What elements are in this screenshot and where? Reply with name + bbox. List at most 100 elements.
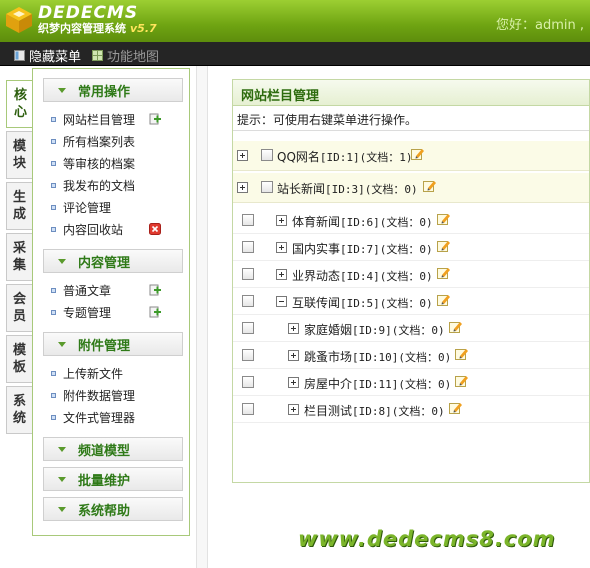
category-row[interactable]: QQ网名[ID:1](文档：1) <box>233 141 589 171</box>
add-icon[interactable] <box>149 113 161 125</box>
site-map-button[interactable]: 功能地图 <box>92 46 159 65</box>
menu-item-attachment-data[interactable]: 附件数据管理 <box>51 385 181 405</box>
edit-icon[interactable] <box>455 348 468 360</box>
category-row[interactable]: 家庭婚姻[ID:9](文档：0) <box>233 315 589 342</box>
expand-icon[interactable] <box>288 377 299 388</box>
row-checkbox[interactable] <box>242 322 254 334</box>
add-icon[interactable] <box>149 306 161 318</box>
row-checkbox[interactable] <box>261 149 273 161</box>
category-id: [ID:1] <box>319 151 360 164</box>
expand-icon[interactable] <box>288 404 299 415</box>
group-channel-model[interactable]: 频道模型 <box>43 437 183 461</box>
edit-icon[interactable] <box>449 321 462 333</box>
splitter-bar[interactable] <box>196 66 208 568</box>
category-name[interactable]: 业界动态 <box>292 269 340 283</box>
add-icon[interactable] <box>149 284 161 296</box>
group-attachments[interactable]: 附件管理 <box>43 332 183 356</box>
expand-icon[interactable] <box>237 182 248 193</box>
expand-icon[interactable] <box>237 150 248 161</box>
category-row[interactable]: 国内实事[ID:7](文档：0) <box>233 234 589 261</box>
row-checkbox[interactable] <box>261 181 273 193</box>
category-row[interactable]: 业界动态[ID:4](文档：0) <box>233 261 589 288</box>
delete-icon[interactable] <box>149 223 161 235</box>
row-checkbox[interactable] <box>242 376 254 388</box>
collapse-icon[interactable] <box>276 296 287 307</box>
bullet-icon <box>51 182 56 188</box>
row-checkbox[interactable] <box>242 214 254 226</box>
category-id: [ID:6] <box>340 216 380 229</box>
menu-item-recycle-bin[interactable]: 内容回收站 <box>51 219 181 239</box>
expand-icon[interactable] <box>276 242 287 253</box>
dedecms-logo: DEDECMS 织梦内容管理系统 v5.7 <box>4 4 157 36</box>
expand-icon[interactable] <box>276 215 287 226</box>
menu-item-pending-archives[interactable]: 等审核的档案 <box>51 153 181 173</box>
tab-generate[interactable]: 生成 <box>6 182 32 230</box>
edit-icon[interactable] <box>437 294 450 306</box>
tab-system[interactable]: 系统 <box>6 386 32 434</box>
category-name[interactable]: 站长新闻 <box>277 182 325 196</box>
category-id: [ID:3] <box>325 183 365 196</box>
edit-icon[interactable] <box>437 267 450 279</box>
category-row[interactable]: 栏目测试[ID:8](文档：0) <box>233 396 589 423</box>
tab-core[interactable]: 核心 <box>6 80 34 128</box>
tab-collect[interactable]: 采集 <box>6 233 32 281</box>
chevron-down-icon <box>58 258 66 264</box>
edit-icon[interactable] <box>411 148 424 160</box>
menu-item-articles[interactable]: 普通文章 <box>51 280 181 300</box>
doc-count: (文档：1) <box>359 151 413 164</box>
category-name[interactable]: 国内实事 <box>292 242 340 256</box>
menu-item-file-manager[interactable]: 文件式管理器 <box>51 407 181 427</box>
menu-item-category-manage[interactable]: 网站栏目管理 <box>51 109 181 129</box>
menu-item-my-documents[interactable]: 我发布的文档 <box>51 175 181 195</box>
row-checkbox[interactable] <box>242 403 254 415</box>
hide-menu-button[interactable]: 隐藏菜单 <box>14 46 81 65</box>
group-batch-maintenance[interactable]: 批量维护 <box>43 467 183 491</box>
category-id: [ID:7] <box>340 243 380 256</box>
tab-templates[interactable]: 模板 <box>6 335 32 383</box>
category-name[interactable]: 家庭婚姻 <box>304 323 352 337</box>
tab-members[interactable]: 会员 <box>6 284 32 332</box>
menu-item-topics[interactable]: 专题管理 <box>51 302 181 322</box>
group-system-help[interactable]: 系统帮助 <box>43 497 183 521</box>
edit-icon[interactable] <box>455 375 468 387</box>
category-row[interactable]: 跳蚤市场[ID:10](文档：0) <box>233 342 589 369</box>
category-row[interactable]: 体育新闻[ID:6](文档：0) <box>233 207 589 234</box>
category-row[interactable]: 互联传闻[ID:5](文档：0) <box>233 288 589 315</box>
category-id: [ID:9] <box>352 324 392 337</box>
category-name[interactable]: 跳蚤市场 <box>304 350 352 364</box>
category-id: [ID:10] <box>352 351 399 364</box>
grid-icon <box>92 50 103 61</box>
bullet-icon <box>51 138 56 144</box>
category-row[interactable]: 房屋中介[ID:11](文档：0) <box>233 369 589 396</box>
category-id: [ID:5] <box>340 297 380 310</box>
expand-icon[interactable] <box>288 323 299 334</box>
menu-item-upload-file[interactable]: 上传新文件 <box>51 363 181 383</box>
category-row[interactable]: 站长新闻[ID:3](文档：0) <box>233 173 589 203</box>
doc-count: (文档：0) <box>364 183 418 196</box>
group-common[interactable]: 常用操作 <box>43 78 183 102</box>
category-name[interactable]: 互联传闻 <box>292 296 340 310</box>
category-name[interactable]: 栏目测试 <box>304 404 352 418</box>
expand-icon[interactable] <box>276 269 287 280</box>
edit-icon[interactable] <box>437 240 450 252</box>
edit-icon[interactable] <box>423 180 436 192</box>
app-header: DEDECMS 织梦内容管理系统 v5.7 您好：admin , <box>0 0 590 42</box>
category-name[interactable]: QQ网名 <box>277 150 320 164</box>
row-checkbox[interactable] <box>242 349 254 361</box>
category-id: [ID:8] <box>352 405 392 418</box>
menu-item-comments[interactable]: 评论管理 <box>51 197 181 217</box>
category-name[interactable]: 房屋中介 <box>304 377 352 391</box>
group-content[interactable]: 内容管理 <box>43 249 183 273</box>
category-name[interactable]: 体育新闻 <box>292 215 340 229</box>
edit-icon[interactable] <box>437 213 450 225</box>
edit-icon[interactable] <box>449 402 462 414</box>
row-checkbox[interactable] <box>242 295 254 307</box>
logo-title: DEDECMS <box>38 3 139 23</box>
menu-item-all-archives[interactable]: 所有档案列表 <box>51 131 181 151</box>
row-checkbox[interactable] <box>242 268 254 280</box>
expand-icon[interactable] <box>288 350 299 361</box>
chevron-down-icon <box>58 341 66 347</box>
tab-modules[interactable]: 模块 <box>6 131 32 179</box>
row-checkbox[interactable] <box>242 241 254 253</box>
doc-count: (文档：0) <box>379 297 433 310</box>
